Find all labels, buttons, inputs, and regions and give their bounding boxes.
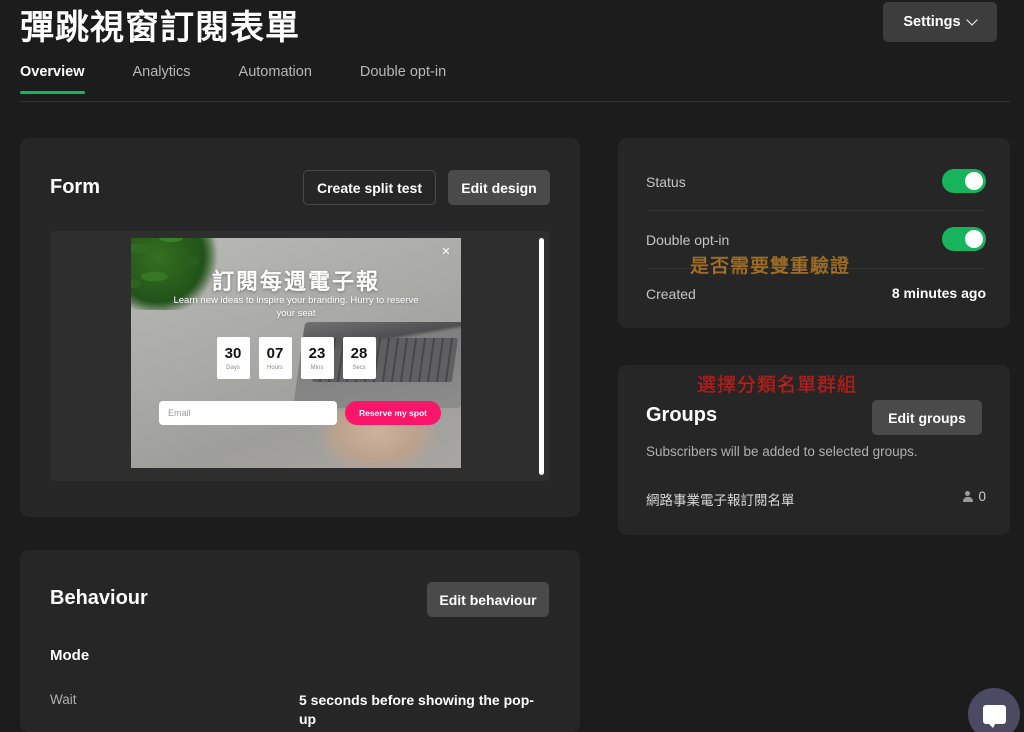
behaviour-card: Behaviour Edit behaviour Mode Wait 5 sec… bbox=[20, 550, 580, 732]
tab-analytics-label: Analytics bbox=[132, 64, 191, 80]
countdown-hours-label: Hours bbox=[266, 364, 283, 371]
page-title: 彈跳視窗訂閱表單 bbox=[20, 9, 300, 47]
tab-analytics[interactable]: Analytics bbox=[133, 64, 191, 94]
groups-description: Subscribers will be added to selected gr… bbox=[646, 444, 918, 459]
double-opt-in-label: Double opt-in bbox=[646, 232, 730, 248]
behaviour-wait-value: 5 seconds before showing the pop-up bbox=[299, 692, 534, 727]
app-page: 彈跳視窗訂閱表單 Settings Overview Analytics Aut… bbox=[0, 0, 1024, 732]
group-subscriber-count: 0 bbox=[962, 489, 986, 504]
settings-button-label: Settings bbox=[903, 14, 961, 30]
tab-double-opt-in-label: Double opt-in bbox=[359, 64, 447, 80]
settings-button[interactable]: Settings bbox=[883, 2, 997, 42]
tab-overview[interactable]: Overview bbox=[20, 64, 85, 94]
chat-bubble-icon bbox=[982, 704, 1006, 728]
edit-groups-button[interactable]: Edit groups bbox=[872, 400, 982, 435]
group-name: 網路事業電子報訂閱名單 bbox=[646, 493, 795, 508]
chevron-down-icon bbox=[968, 16, 977, 25]
email-input[interactable] bbox=[159, 401, 337, 425]
double-opt-in-toggle[interactable] bbox=[942, 227, 986, 251]
reserve-my-spot-button[interactable]: Reserve my spot bbox=[345, 401, 441, 425]
countdown-cell-hours: 07 Hours bbox=[258, 337, 292, 379]
preview-scrollbar[interactable] bbox=[539, 238, 544, 475]
page-header: 彈跳視窗訂閱表單 Settings Overview Analytics Aut… bbox=[0, 0, 1024, 104]
popup-preview: ✕ 訂閱每週電子報 Learn new ideas to inspire you… bbox=[131, 238, 461, 468]
annotation-double-opt-in: 是否需要雙重驗證 bbox=[690, 256, 851, 278]
created-row: Created 8 minutes ago bbox=[646, 274, 986, 316]
countdown-mins-value: 23 bbox=[308, 344, 326, 362]
countdown-cell-mins: 23 Mins bbox=[300, 337, 334, 379]
edit-design-button[interactable]: Edit design bbox=[448, 170, 550, 205]
countdown-cell-secs: 28 Secs bbox=[342, 337, 376, 379]
status-divider-1 bbox=[646, 210, 986, 211]
status-row: Status bbox=[646, 162, 986, 204]
countdown-hours-value: 07 bbox=[266, 344, 284, 362]
form-card: Form Create split test Edit design ✕ 訂閱每… bbox=[20, 138, 580, 626]
tab-bar-divider bbox=[20, 101, 1010, 102]
chat-support-button[interactable] bbox=[968, 688, 1020, 732]
status-label: Status bbox=[646, 174, 686, 190]
behaviour-mode-label: Mode bbox=[50, 647, 90, 664]
edit-behaviour-button[interactable]: Edit behaviour bbox=[427, 582, 549, 617]
annotation-groups: 選擇分類名單群組 bbox=[697, 375, 858, 397]
double-opt-in-toggle-knob bbox=[965, 230, 983, 248]
status-toggle[interactable] bbox=[942, 169, 986, 193]
close-icon[interactable]: ✕ bbox=[440, 246, 452, 258]
groups-card-title: Groups bbox=[646, 404, 718, 426]
countdown-secs-value: 28 bbox=[350, 344, 368, 362]
list-item[interactable]: 網路事業電子報訂閱名單 0 bbox=[646, 489, 986, 509]
status-card: Status Double opt-in Created 8 minutes a… bbox=[618, 138, 1010, 328]
tab-automation[interactable]: Automation bbox=[239, 64, 312, 94]
countdown-days-value: 30 bbox=[224, 344, 242, 362]
popup-heading: 訂閱每週電子報 bbox=[211, 269, 380, 294]
countdown-days-label: Days bbox=[226, 364, 240, 371]
tab-double-opt-in[interactable]: Double opt-in bbox=[360, 64, 446, 94]
behaviour-wait-label: Wait bbox=[50, 692, 77, 707]
behaviour-card-title: Behaviour bbox=[50, 587, 148, 609]
created-value: 8 minutes ago bbox=[891, 285, 986, 301]
countdown-secs-label: Secs bbox=[352, 364, 366, 371]
status-toggle-knob bbox=[965, 172, 983, 190]
tab-overview-label: Overview bbox=[20, 64, 85, 80]
group-count-value: 0 bbox=[978, 489, 986, 504]
countdown-cell-days: 30 Days bbox=[216, 337, 250, 379]
tab-bar: Overview Analytics Automation Double opt… bbox=[20, 64, 494, 94]
form-card-title: Form bbox=[50, 176, 100, 198]
countdown-mins-label: Mins bbox=[310, 364, 324, 371]
popup-subheading: Learn new ideas to inspire your branding… bbox=[173, 295, 419, 319]
person-icon bbox=[962, 490, 973, 503]
form-preview[interactable]: ✕ 訂閱每週電子報 Learn new ideas to inspire you… bbox=[50, 231, 550, 481]
popup-subscribe-form: Reserve my spot bbox=[159, 401, 441, 425]
countdown-timer: 30 Days 07 Hours 23 Mins 28 Secs bbox=[131, 337, 461, 379]
create-split-test-button[interactable]: Create split test bbox=[303, 170, 436, 205]
tab-automation-label: Automation bbox=[238, 64, 312, 80]
created-label: Created bbox=[646, 286, 696, 302]
